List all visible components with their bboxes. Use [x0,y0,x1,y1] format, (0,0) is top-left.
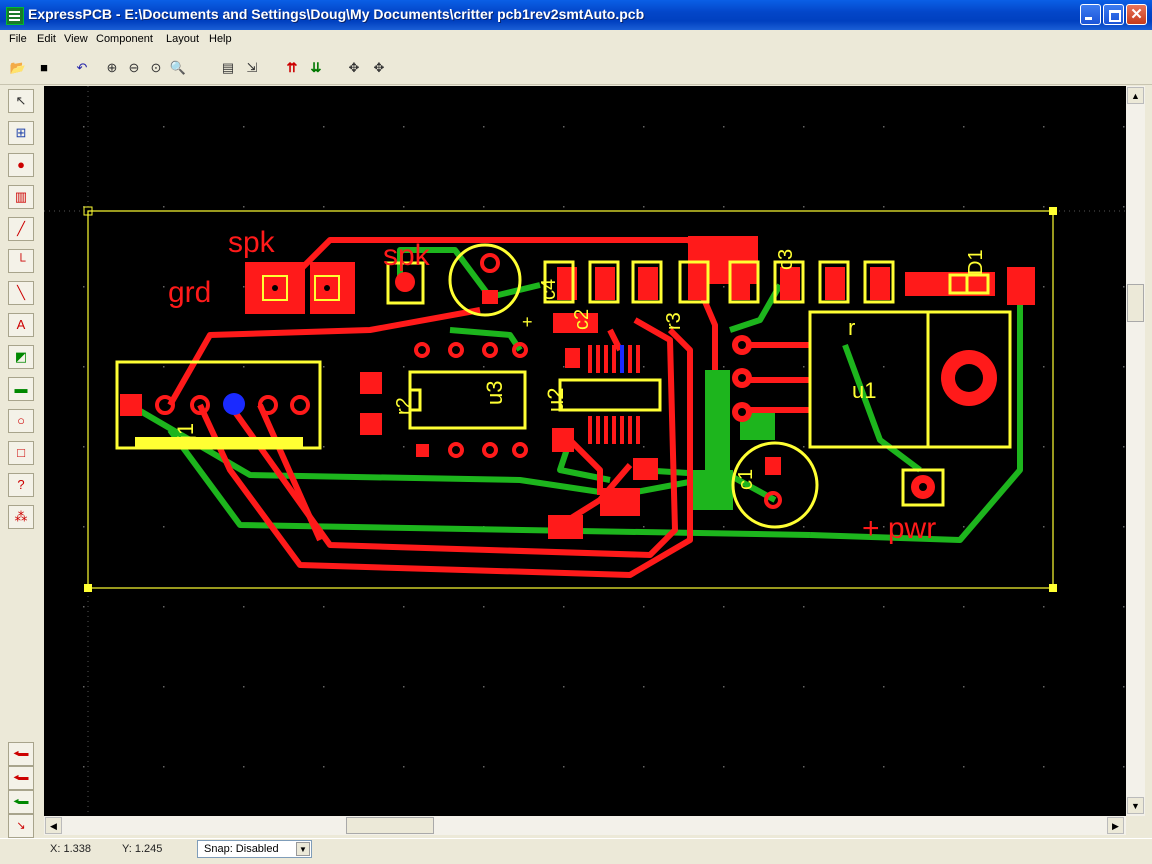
save-icon[interactable]: ■ [34,58,54,78]
ratsnest-icon[interactable]: ↘ [8,814,34,838]
ground-plane-icon[interactable]: ▬ [8,377,34,401]
close-icon: ✕ [1130,6,1143,23]
menu-layout[interactable]: Layout [166,33,199,45]
maximize-button[interactable] [1103,4,1124,25]
netlist-icon[interactable]: ⇲ [242,58,262,78]
zoom-select-icon[interactable]: ⊞ [8,121,34,145]
menu-bar: File Edit View Component Layout Help [0,30,1152,49]
scroll-right-icon[interactable]: ▶ [1107,817,1124,834]
label-grd: grd [168,276,211,309]
horizontal-scrollbar[interactable]: ◀ ▶ [44,816,1126,835]
zoom-in-icon[interactable]: ⊕ [102,58,122,78]
undo-icon[interactable]: ↶ [72,58,92,78]
pcb-canvas[interactable]: spk spk grd + pwr + u1 r u2 u3 j1 r2 r3 … [44,86,1126,816]
menu-component[interactable]: Component [96,33,153,45]
window-title: ExpressPCB - E:\Documents and Settings\D… [28,6,645,22]
filled-shape-icon[interactable]: ◩ [8,345,34,369]
menu-file[interactable]: File [9,33,27,45]
label-pwr: + pwr [862,512,936,545]
label-spk-1: spk [228,226,276,259]
zoom-area-icon[interactable]: 🔍 [168,58,188,78]
label-u2: u2 [543,388,568,412]
rectangle-icon[interactable]: □ [8,441,34,465]
label-plus: + [522,312,533,332]
snap-value: Snap: Disabled [204,843,279,855]
j1-silk-bar [135,437,303,447]
vertical-scrollbar[interactable]: ▲ ▼ [1126,86,1145,816]
scroll-up-icon[interactable]: ▲ [1127,87,1144,104]
app-icon [6,7,24,25]
minimize-icon [1085,17,1092,20]
tool-palette: ↖ ⊞ ● ▥ ╱ └ ╲ A ◩ ▬ ○ □ ? ⁂ ◂▬ ◂▬ ◂▬ ↘ [4,86,38,838]
x-coordinate: X: 1.338 [50,843,91,855]
circle-icon[interactable]: ○ [8,409,34,433]
label-j1: j1 [173,423,198,441]
bottom-layer-icon[interactable]: ⇊ [306,58,326,78]
pan-icon[interactable]: ✥ [344,58,364,78]
label-u3: u3 [482,381,507,405]
place-component-icon[interactable]: ▥ [8,185,34,209]
status-bar: X: 1.338 Y: 1.245 [0,838,1152,861]
trace-icon[interactable]: ╱ [8,217,34,241]
chevron-down-icon[interactable]: ▼ [296,842,310,856]
label-spk-2: spk [383,239,431,272]
place-pad-icon[interactable]: ● [8,153,34,177]
menu-view[interactable]: View [64,33,88,45]
vertical-scroll-thumb[interactable] [1127,284,1144,322]
label-c2: c2 [571,309,593,330]
layer-top-toggle-icon[interactable]: ◂▬ [8,742,34,766]
label-r: r [848,315,855,340]
text-icon[interactable]: A [8,313,34,337]
properties-icon[interactable]: ▤ [218,58,238,78]
title-bar: ExpressPCB - E:\Documents and Settings\D… [0,0,1152,30]
menu-help[interactable]: Help [209,33,232,45]
label-d1: D1 [965,249,987,275]
zoom-out-icon[interactable]: ⊖ [124,58,144,78]
label-c3: c3 [775,249,797,270]
label-r3: r3 [663,312,685,330]
maximize-icon [1109,10,1121,22]
label-c1: c1 [735,469,757,490]
label-u1: u1 [852,378,876,403]
zoom-fit-icon[interactable]: ⊙ [146,58,166,78]
bottom-copper-pour-3 [693,470,733,510]
snap-select[interactable]: Snap: Disabled ▼ [197,840,312,858]
menu-edit[interactable]: Edit [37,33,56,45]
diagonal-trace-icon[interactable]: ╲ [8,281,34,305]
close-button[interactable]: ✕ [1126,4,1147,25]
top-layer-icon[interactable]: ⇈ [282,58,302,78]
select-arrow-icon[interactable]: ↖ [8,89,34,113]
center-icon[interactable]: ✥ [369,58,389,78]
label-c4: c4 [538,279,560,300]
connect-icon[interactable]: ⁂ [8,505,34,529]
rectangle-trace-icon[interactable]: └ [8,249,34,273]
label-r2: r2 [393,397,415,415]
layer-bottom-toggle-icon[interactable]: ◂▬ [8,790,34,814]
minimize-button[interactable] [1080,4,1101,25]
open-icon[interactable]: 📂 [8,58,28,78]
query-icon[interactable]: ? [8,473,34,497]
toolbar: 📂 ■ ↶ ⊕ ⊖ ⊙ 🔍 ▤ ⇲ ⇈ ⇊ ✥ ✥ [0,50,1152,85]
horizontal-scroll-thumb[interactable] [346,817,434,834]
scroll-down-icon[interactable]: ▼ [1127,797,1144,814]
layer-mid-toggle-icon[interactable]: ◂▬ [8,766,34,790]
scroll-left-icon[interactable]: ◀ [45,817,62,834]
pcb-drawing[interactable]: spk spk grd + pwr + u1 r u2 u3 j1 r2 r3 … [44,86,1126,816]
y-coordinate: Y: 1.245 [122,843,163,855]
